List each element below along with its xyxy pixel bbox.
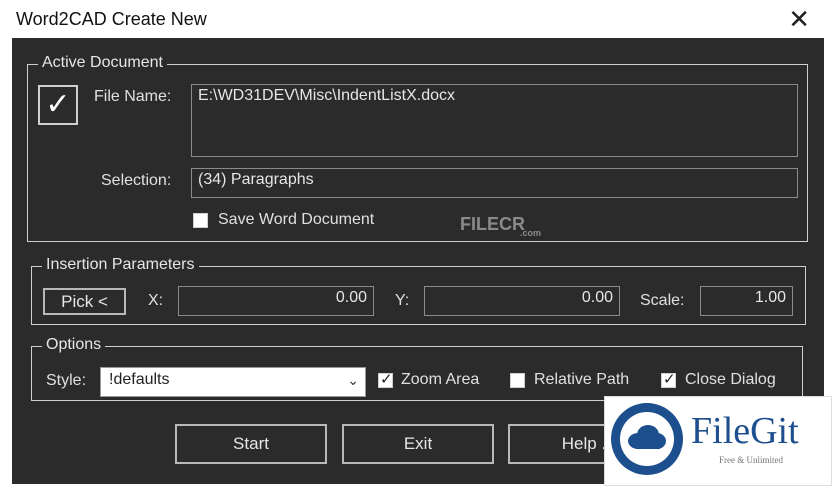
scale-field[interactable]: 1.00 [700, 286, 793, 316]
zoom-area-label[interactable]: Zoom Area [401, 371, 479, 389]
close-dialog-checkbox[interactable] [661, 370, 676, 388]
relative-path-label[interactable]: Relative Path [534, 371, 629, 389]
save-word-document-label[interactable]: Save Word Document [218, 211, 374, 229]
file-name-label: File Name: [94, 88, 172, 105]
filegit-logo: FileGit Free & Unlimited [604, 396, 832, 486]
document-enabled-checkbox[interactable]: ✓ [38, 85, 78, 125]
filecr-watermark: FILECR [460, 214, 525, 234]
window-title: Word2CAD Create New [16, 9, 207, 29]
pick-button[interactable]: Pick < [43, 288, 126, 315]
style-select-value: !defaults [109, 371, 170, 388]
active-document-legend: Active Document [38, 54, 167, 72]
close-icon[interactable]: ✕ [788, 4, 810, 35]
y-field[interactable]: 0.00 [424, 286, 620, 316]
dialog-window: Word2CAD Create New ✕ Active Document ✓ … [0, 0, 836, 486]
title-bar: Word2CAD Create New ✕ [0, 0, 836, 38]
insertion-parameters-group: Insertion Parameters Pick < X: 0.00 Y: 0… [31, 256, 806, 325]
filecr-watermark-sub: .com [520, 228, 542, 238]
chevron-down-icon[interactable]: ⌄ [347, 372, 359, 389]
style-label: Style: [46, 372, 87, 389]
style-select[interactable]: !defaults ⌄ [100, 367, 366, 397]
start-button[interactable]: Start [175, 424, 327, 464]
selection-field: (34) Paragraphs [191, 168, 798, 198]
filegit-cloud-icon [611, 403, 683, 475]
exit-button[interactable]: Exit [342, 424, 494, 464]
insertion-parameters-legend: Insertion Parameters [42, 256, 199, 274]
options-legend: Options [42, 336, 106, 354]
filegit-logo-name: FileGit [691, 410, 799, 452]
file-name-field[interactable]: E:\WD31DEV\Misc\IndentListX.docx [191, 84, 798, 157]
x-label: X: [148, 292, 164, 309]
save-word-document-checkbox[interactable] [193, 213, 208, 228]
relative-path-checkbox[interactable] [510, 373, 525, 388]
zoom-area-checkbox[interactable] [378, 370, 393, 388]
x-field[interactable]: 0.00 [178, 286, 374, 316]
scale-label: Scale: [640, 292, 685, 309]
active-document-group: Active Document ✓ File Name: E:\WD31DEV\… [27, 54, 808, 242]
close-dialog-label[interactable]: Close Dialog [685, 371, 776, 389]
options-group: Options Style: !defaults ⌄ Zoom Area Rel… [31, 336, 803, 401]
filegit-logo-tagline: Free & Unlimited [719, 455, 783, 465]
y-label: Y: [395, 292, 410, 309]
selection-label: Selection: [101, 172, 172, 189]
